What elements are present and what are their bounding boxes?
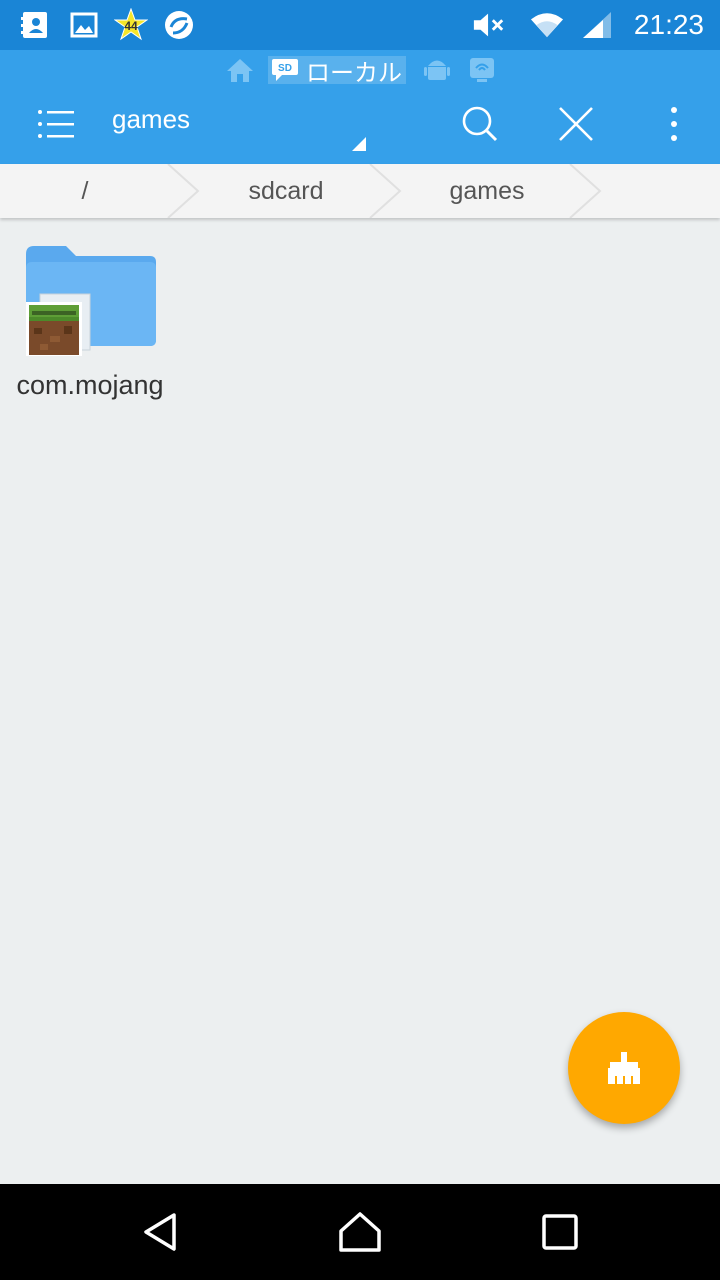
sd-badge: SD bbox=[278, 63, 292, 74]
sdcard-icon: SD bbox=[272, 59, 298, 81]
local-tab-label: ローカル bbox=[306, 58, 402, 87]
signal-icon bbox=[580, 8, 614, 42]
mute-icon bbox=[472, 8, 506, 42]
notification-badge: 44 bbox=[124, 19, 138, 33]
network-icon[interactable] bbox=[468, 56, 496, 84]
back-icon[interactable] bbox=[136, 1208, 184, 1256]
more-vert-icon[interactable] bbox=[650, 100, 698, 148]
status-time: 21:23 bbox=[633, 9, 704, 40]
nav-bar bbox=[0, 1184, 720, 1280]
breadcrumb-separator-icon bbox=[569, 164, 602, 218]
folder-icon bbox=[26, 246, 156, 356]
sync-app-icon bbox=[162, 8, 196, 42]
file-name: com.mojang bbox=[16, 370, 164, 400]
dropdown-indicator-icon[interactable] bbox=[350, 136, 368, 156]
source-tabs: SD ローカル bbox=[0, 50, 720, 90]
android-icon[interactable] bbox=[424, 56, 450, 84]
breadcrumb-item-sdcard[interactable]: sdcard bbox=[200, 164, 372, 218]
broom-clean-icon bbox=[608, 1052, 640, 1084]
breadcrumb: / sdcard games bbox=[0, 164, 720, 218]
app-header: SD ローカル games bbox=[0, 50, 720, 164]
home-icon[interactable] bbox=[226, 56, 254, 84]
minecraft-icon bbox=[26, 302, 82, 356]
home-nav-icon[interactable] bbox=[336, 1208, 384, 1256]
search-icon[interactable] bbox=[456, 100, 504, 148]
menu-icon[interactable] bbox=[32, 100, 80, 148]
close-icon[interactable] bbox=[552, 100, 600, 148]
recents-icon[interactable] bbox=[536, 1208, 584, 1256]
clean-fab-button[interactable] bbox=[568, 1012, 680, 1124]
wifi-icon bbox=[530, 8, 564, 42]
status-bar: 44 21:23 bbox=[0, 0, 720, 50]
breadcrumb-item-root[interactable]: / bbox=[0, 164, 170, 218]
gallery-icon bbox=[67, 8, 101, 42]
contacts-icon bbox=[18, 8, 52, 42]
breadcrumb-item-games[interactable]: games bbox=[400, 164, 574, 218]
star-badge-icon: 44 bbox=[114, 8, 148, 42]
toolbar-title[interactable]: games bbox=[112, 104, 190, 135]
tab-local[interactable]: SD ローカル bbox=[268, 56, 406, 87]
